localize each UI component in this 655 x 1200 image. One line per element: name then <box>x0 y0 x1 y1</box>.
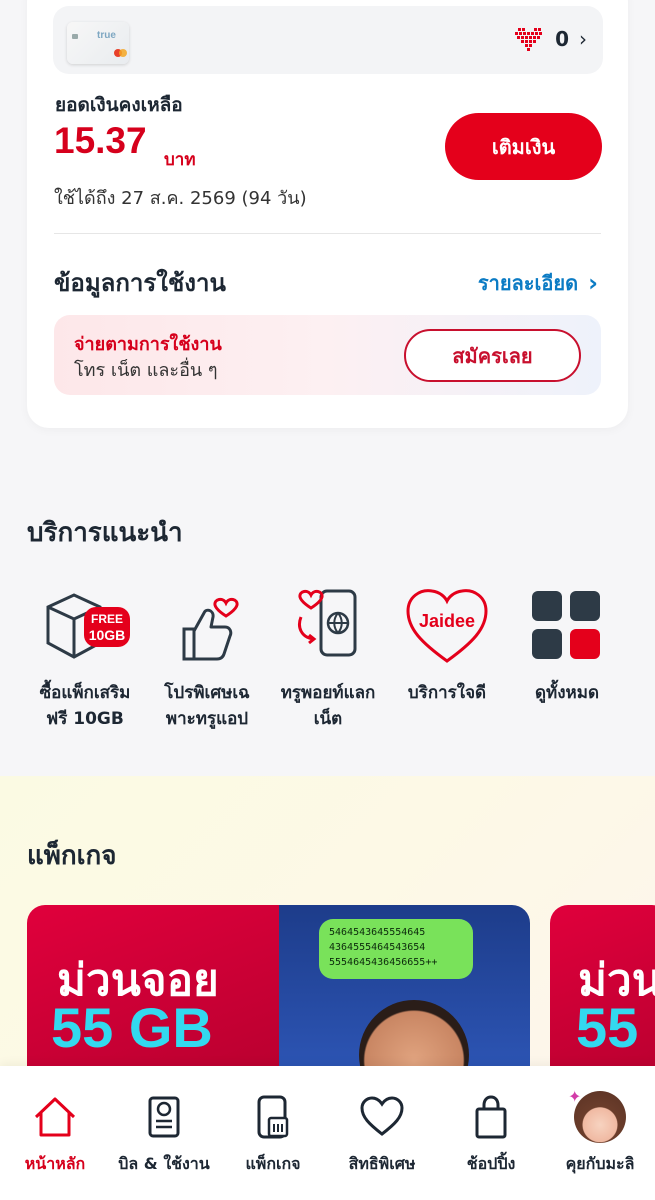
nav-privileges[interactable]: สิทธิพิเศษ <box>327 1092 437 1177</box>
service-label-line2: พาะทรูแอป <box>165 709 249 729</box>
payg-banner: จ่ายตามการใช้งาน โทร เน็ต และอื่น ๆ สมัค… <box>54 315 601 395</box>
service-item-truepoint-net[interactable]: ทรูพอยท์แลกเน็ต <box>263 585 393 732</box>
usage-detail-label: รายละเอียด <box>477 271 579 295</box>
balance-card: true 0 › ยอดเงินคงเหลือ 15.37 บาท ใช้ได้… <box>27 0 628 428</box>
payg-subscribe-button[interactable]: สมัครเลย <box>404 329 581 382</box>
services-title: บริการแนะนำ <box>27 518 183 548</box>
bill-icon <box>109 1092 219 1142</box>
avatar-icon: ✦ <box>545 1087 655 1143</box>
service-label-line1: โปรพิเศษเฉ <box>164 683 250 703</box>
nav-label: บิล & ใช้งาน <box>118 1154 210 1173</box>
phone-exchange-icon <box>283 585 373 665</box>
nav-shopping[interactable]: ช้อปปิ้ง <box>436 1092 546 1177</box>
nav-bill[interactable]: บิล & ใช้งาน <box>109 1092 219 1177</box>
nav-home[interactable]: หน้าหลัก <box>0 1092 110 1177</box>
balance-validity: ใช้ได้ถึง 27 ส.ค. 2569 (94 วัน) <box>54 188 307 209</box>
balance-unit: บาท <box>164 150 196 170</box>
nav-label: หน้าหลัก <box>24 1154 86 1173</box>
points-value: 0 <box>555 27 569 51</box>
mastercard-icon-2 <box>119 49 127 57</box>
pixel-heart-icon <box>515 28 543 51</box>
divider <box>54 233 601 234</box>
package-sim-icon <box>218 1092 328 1142</box>
banner-photo: 5464543645554645 4364555464543654 555464… <box>279 905 530 1085</box>
service-label-line1: บริการใจดี <box>407 683 487 703</box>
card-thumbnail: true <box>67 22 129 64</box>
service-item-jaidee[interactable]: Jaidee บริการใจดี <box>382 585 512 706</box>
bottom-nav: หน้าหลัก บิล & ใช้งาน แพ็กเกจ สิทธิพิเศษ… <box>0 1066 655 1200</box>
service-item-view-all[interactable]: ดูทั้งหมด <box>502 585 632 706</box>
service-item-free-10gb[interactable]: FREE 10GB ซื้อแพ็กเสริมฟรี 10GB <box>20 585 150 732</box>
chat-bubble: 5464543645554645 4364555464543654 555464… <box>319 919 473 979</box>
balance-label: ยอดเงินคงเหลือ <box>55 94 183 116</box>
jaidee-heart-icon: Jaidee <box>402 585 492 665</box>
banner-amount: 55 GB <box>576 996 655 1059</box>
nav-label: ช้อปปิ้ง <box>466 1154 516 1173</box>
service-label-line1: ดูทั้งหมด <box>535 683 599 703</box>
svg-text:10GB: 10GB <box>89 627 126 643</box>
payg-title: จ่ายตามการใช้งาน <box>74 334 222 355</box>
svg-text:Jaidee: Jaidee <box>419 611 475 631</box>
service-item-true-app-promo[interactable]: โปรพิเศษเฉพาะทรูแอป <box>142 585 272 732</box>
nav-chat-mali[interactable]: ✦ คุยกับมะลิ <box>545 1087 655 1177</box>
service-label-line1: ซื้อแพ็กเสริม <box>39 683 131 703</box>
home-icon <box>0 1092 110 1142</box>
usage-title: ข้อมูลการใช้งาน <box>54 269 226 297</box>
card-brand-text: true <box>97 30 116 41</box>
thumbs-up-heart-icon <box>162 585 252 665</box>
chevron-right-icon: › <box>579 27 587 51</box>
payg-subtitle: โทร เน็ต และอื่น ๆ <box>74 360 218 381</box>
package-banner-next[interactable]: ม่วนจอย 55 GB <box>550 905 655 1085</box>
box-free-icon: FREE 10GB <box>40 585 130 665</box>
service-label-line2: ฟรี 10GB <box>46 709 124 729</box>
points-link[interactable]: 0 › <box>515 26 587 52</box>
heart-icon <box>327 1092 437 1142</box>
nav-label: แพ็กเกจ <box>245 1154 301 1173</box>
shopping-bag-icon <box>436 1092 546 1142</box>
service-label-line2: เน็ต <box>313 709 343 729</box>
card-chip-icon <box>72 34 78 39</box>
packages-title: แพ็กเกจ <box>27 841 117 871</box>
balance-amount: 15.37 <box>54 120 147 161</box>
topup-button[interactable]: เติมเงิน <box>445 113 602 180</box>
service-label-line1: ทรูพอยท์แลก <box>280 683 376 703</box>
banner-left: ม่วนจอย 55 GB <box>27 905 279 1085</box>
payment-card-strip[interactable]: true 0 › <box>53 6 603 74</box>
chevron-right-icon: › <box>588 269 598 297</box>
grid-icon <box>522 585 612 665</box>
banner-amount: 55 GB <box>51 996 213 1059</box>
avatar: ✦ <box>568 1087 626 1143</box>
package-banner[interactable]: ม่วนจอย 55 GB 5464543645554645 436455546… <box>27 905 530 1085</box>
usage-detail-link[interactable]: รายละเอียด › <box>478 267 598 299</box>
sparkle-icon: ✦ <box>568 1087 582 1106</box>
nav-label: คุยกับมะลิ <box>565 1154 635 1173</box>
nav-package[interactable]: แพ็กเกจ <box>218 1092 328 1177</box>
svg-text:FREE: FREE <box>91 612 123 626</box>
nav-label: สิทธิพิเศษ <box>348 1154 416 1173</box>
